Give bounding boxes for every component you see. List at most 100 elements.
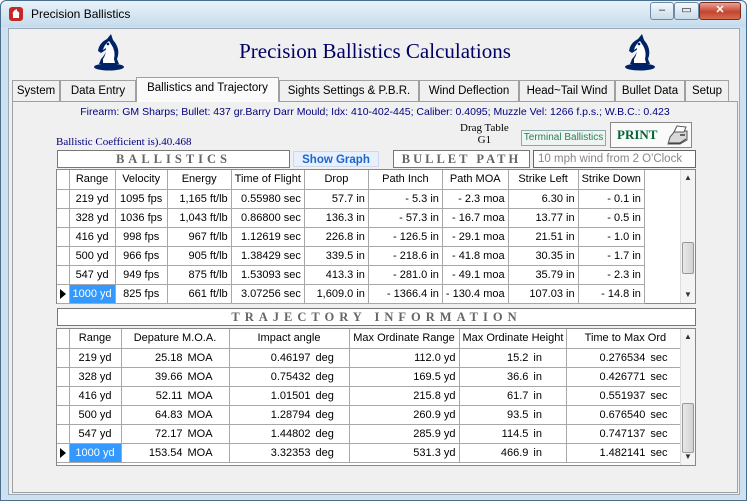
table-row[interactable]: 328 yd 39.66 MOA 0.75432 deg 169.5 yd 36.6 in 0.… bbox=[57, 367, 685, 387]
tab-data-entry[interactable]: Data Entry bbox=[60, 80, 136, 102]
table-cell[interactable]: 328 yd bbox=[69, 367, 122, 387]
column-header[interactable]: Depature M.O.A. bbox=[121, 329, 230, 349]
table-cell[interactable]: - 41.8 moa bbox=[442, 246, 509, 266]
table-cell[interactable]: - 126.5 in bbox=[368, 227, 443, 247]
column-header[interactable]: Energy bbox=[167, 170, 232, 190]
column-header[interactable]: Velocity bbox=[115, 170, 168, 190]
table-cell[interactable]: 328 yd bbox=[69, 208, 116, 228]
table-cell[interactable]: 949 fps bbox=[115, 265, 168, 285]
table-cell[interactable]: - 281.0 in bbox=[368, 265, 443, 285]
table-cell[interactable]: 285.9 yd bbox=[349, 424, 460, 444]
table-cell[interactable]: 3.07256 sec bbox=[231, 284, 305, 304]
title-bar[interactable]: Precision Ballistics – ▭ ✕ bbox=[1, 1, 746, 27]
table-cell[interactable]: 3.32353 deg bbox=[229, 443, 350, 463]
row-selector[interactable] bbox=[57, 443, 70, 463]
table-cell[interactable]: 39.66 MOA bbox=[121, 367, 230, 387]
table-cell[interactable]: 413.3 in bbox=[304, 265, 369, 285]
table-cell[interactable]: 1.38429 sec bbox=[231, 246, 305, 266]
column-header[interactable]: Strike Down bbox=[578, 170, 645, 190]
tab-wind-deflection[interactable]: Wind Deflection bbox=[419, 80, 519, 102]
table-cell[interactable]: 25.18 MOA bbox=[121, 348, 230, 368]
table-cell[interactable]: 93.5 in bbox=[459, 405, 568, 425]
table-cell[interactable]: 57.7 in bbox=[304, 189, 369, 209]
trajectory-table[interactable]: Range Depature M.O.A. Impact angle Max Ordi… bbox=[56, 328, 696, 466]
table-cell[interactable]: - 1.0 in bbox=[578, 227, 645, 247]
scroll-thumb[interactable] bbox=[682, 403, 694, 453]
table-cell[interactable]: 0.747137 sec bbox=[566, 424, 685, 444]
row-selector[interactable] bbox=[57, 348, 70, 368]
table-cell[interactable]: 0.46197 deg bbox=[229, 348, 350, 368]
table-cell[interactable]: 500 yd bbox=[69, 246, 116, 266]
table-cell[interactable]: 0.551937 sec bbox=[566, 386, 685, 406]
column-header[interactable]: Max Ordinate Height bbox=[459, 329, 568, 349]
table-cell[interactable]: 107.03 in bbox=[508, 284, 579, 304]
scroll-up-icon[interactable]: ▲ bbox=[681, 171, 695, 185]
table-cell[interactable]: 416 yd bbox=[69, 227, 116, 247]
maximize-button[interactable]: ▭ bbox=[674, 2, 699, 20]
row-selector[interactable] bbox=[57, 265, 70, 285]
table-cell[interactable]: 0.86800 sec bbox=[231, 208, 305, 228]
table-cell[interactable]: 64.83 MOA bbox=[121, 405, 230, 425]
table-cell[interactable]: 1.12619 sec bbox=[231, 227, 305, 247]
table-cell[interactable]: 219 yd bbox=[69, 189, 116, 209]
table-cell[interactable]: - 5.3 in bbox=[368, 189, 443, 209]
table-cell[interactable]: 1000 yd bbox=[69, 443, 122, 463]
table-cell[interactable]: - 57.3 in bbox=[368, 208, 443, 228]
table-cell[interactable]: 0.676540 sec bbox=[566, 405, 685, 425]
column-header[interactable]: Range bbox=[69, 329, 122, 349]
column-header[interactable]: Path Inch bbox=[368, 170, 443, 190]
table-row[interactable]: 500 yd 966 fps 905 ft/lb 1.38429 sec 339.5 i… bbox=[57, 246, 645, 266]
tab-sights-settings[interactable]: Sights Settings & P.B.R. bbox=[279, 80, 419, 102]
table-cell[interactable]: 905 ft/lb bbox=[167, 246, 232, 266]
print-button[interactable]: PRINT bbox=[610, 122, 692, 148]
table-cell[interactable]: 0.276534 sec bbox=[566, 348, 685, 368]
table-cell[interactable]: 966 fps bbox=[115, 246, 168, 266]
row-selector[interactable] bbox=[57, 227, 70, 247]
table-row[interactable]: 547 yd 72.17 MOA 1.44802 deg 285.9 yd 114.5 in 0… bbox=[57, 424, 685, 444]
table-cell[interactable]: 1000 yd bbox=[69, 284, 116, 304]
table-cell[interactable]: 0.55980 sec bbox=[231, 189, 305, 209]
row-selector[interactable] bbox=[57, 405, 70, 425]
table-cell[interactable]: 875 ft/lb bbox=[167, 265, 232, 285]
table-cell[interactable]: 967 ft/lb bbox=[167, 227, 232, 247]
table-cell[interactable]: - 0.1 in bbox=[578, 189, 645, 209]
table-cell[interactable]: 1.01501 deg bbox=[229, 386, 350, 406]
table-cell[interactable]: 0.75432 deg bbox=[229, 367, 350, 387]
scroll-down-icon[interactable]: ▼ bbox=[681, 450, 695, 464]
table-cell[interactable]: 1095 fps bbox=[115, 189, 168, 209]
row-selector[interactable] bbox=[57, 246, 70, 266]
table-cell[interactable]: 169.5 yd bbox=[349, 367, 460, 387]
table-cell[interactable]: - 16.7 moa bbox=[442, 208, 509, 228]
close-button[interactable]: ✕ bbox=[699, 2, 741, 20]
minimize-button[interactable]: – bbox=[650, 2, 674, 20]
table-cell[interactable]: - 1.7 in bbox=[578, 246, 645, 266]
table-cell[interactable]: 825 fps bbox=[115, 284, 168, 304]
table-cell[interactable]: 1.28794 deg bbox=[229, 405, 350, 425]
table-cell[interactable]: - 0.5 in bbox=[578, 208, 645, 228]
scroll-down-icon[interactable]: ▼ bbox=[681, 288, 695, 302]
trajectory-scrollbar[interactable]: ▲ ▼ bbox=[680, 329, 695, 465]
column-header[interactable]: Range bbox=[69, 170, 116, 190]
table-cell[interactable]: 13.77 in bbox=[508, 208, 579, 228]
tab-setup[interactable]: Setup bbox=[685, 80, 729, 102]
table-cell[interactable]: 219 yd bbox=[69, 348, 122, 368]
table-cell[interactable]: 215.8 yd bbox=[349, 386, 460, 406]
table-cell[interactable]: 136.3 in bbox=[304, 208, 369, 228]
table-cell[interactable]: 1,609.0 in bbox=[304, 284, 369, 304]
table-row[interactable]: 416 yd 998 fps 967 ft/lb 1.12619 sec 226.8 i… bbox=[57, 227, 645, 247]
column-header[interactable]: Path MOA bbox=[442, 170, 509, 190]
table-cell[interactable]: 547 yd bbox=[69, 265, 116, 285]
tab-bullet-data[interactable]: Bullet Data bbox=[615, 80, 685, 102]
tab-system[interactable]: System bbox=[12, 80, 60, 102]
table-cell[interactable]: 15.2 in bbox=[459, 348, 568, 368]
table-cell[interactable]: 1,043 ft/lb bbox=[167, 208, 232, 228]
table-cell[interactable]: - 49.1 moa bbox=[442, 265, 509, 285]
table-cell[interactable]: 1.482141 sec bbox=[566, 443, 685, 463]
table-cell[interactable]: 1.44802 deg bbox=[229, 424, 350, 444]
row-selector[interactable] bbox=[57, 284, 70, 304]
table-cell[interactable]: 61.7 in bbox=[459, 386, 568, 406]
table-cell[interactable]: 339.5 in bbox=[304, 246, 369, 266]
table-cell[interactable]: - 218.6 in bbox=[368, 246, 443, 266]
table-cell[interactable]: 21.51 in bbox=[508, 227, 579, 247]
show-graph-link[interactable]: Show Graph bbox=[293, 151, 379, 167]
